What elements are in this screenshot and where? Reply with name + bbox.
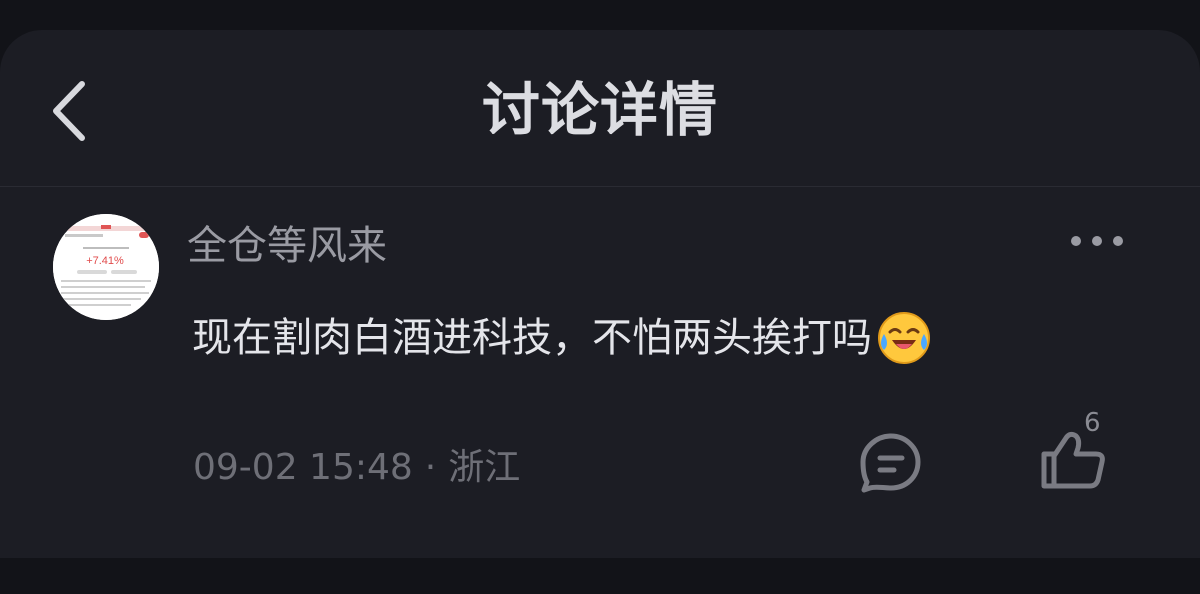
ellipsis-icon [1071, 236, 1123, 246]
stock-screenshot-avatar-icon: +7.41% [53, 214, 159, 320]
post-date: 09-02 15:48 [193, 447, 413, 488]
like-count: 6 [1084, 408, 1101, 438]
avatar-mini-pct: +7.41% [86, 255, 124, 267]
comment-button[interactable] [858, 430, 924, 496]
thumbs-up-icon [1041, 431, 1105, 489]
comment-bubble-icon [860, 433, 921, 493]
author-name[interactable]: 全仓等风来 [187, 218, 387, 274]
post-text: 现在割肉白酒进科技，不怕两头挨打吗 [192, 315, 872, 361]
post-meta: 09-02 15:48 · 浙江 [193, 444, 520, 492]
post-content: 现在割肉白酒进科技，不怕两头挨打吗 [192, 305, 932, 371]
like-button[interactable] [1036, 428, 1112, 490]
crying-laughing-emoji-icon [878, 312, 930, 364]
post-location: 浙江 [448, 447, 521, 488]
meta-separator: · [424, 447, 437, 488]
discussion-card: 讨论详情 +7.41% 全仓等风来 现在割肉白酒进科技，不怕两头挨打吗 09-0… [0, 30, 1200, 558]
avatar[interactable]: +7.41% [53, 214, 159, 320]
more-options-button[interactable] [1062, 226, 1132, 256]
page-header: 讨论详情 [0, 30, 1200, 187]
page-title: 讨论详情 [481, 76, 718, 144]
